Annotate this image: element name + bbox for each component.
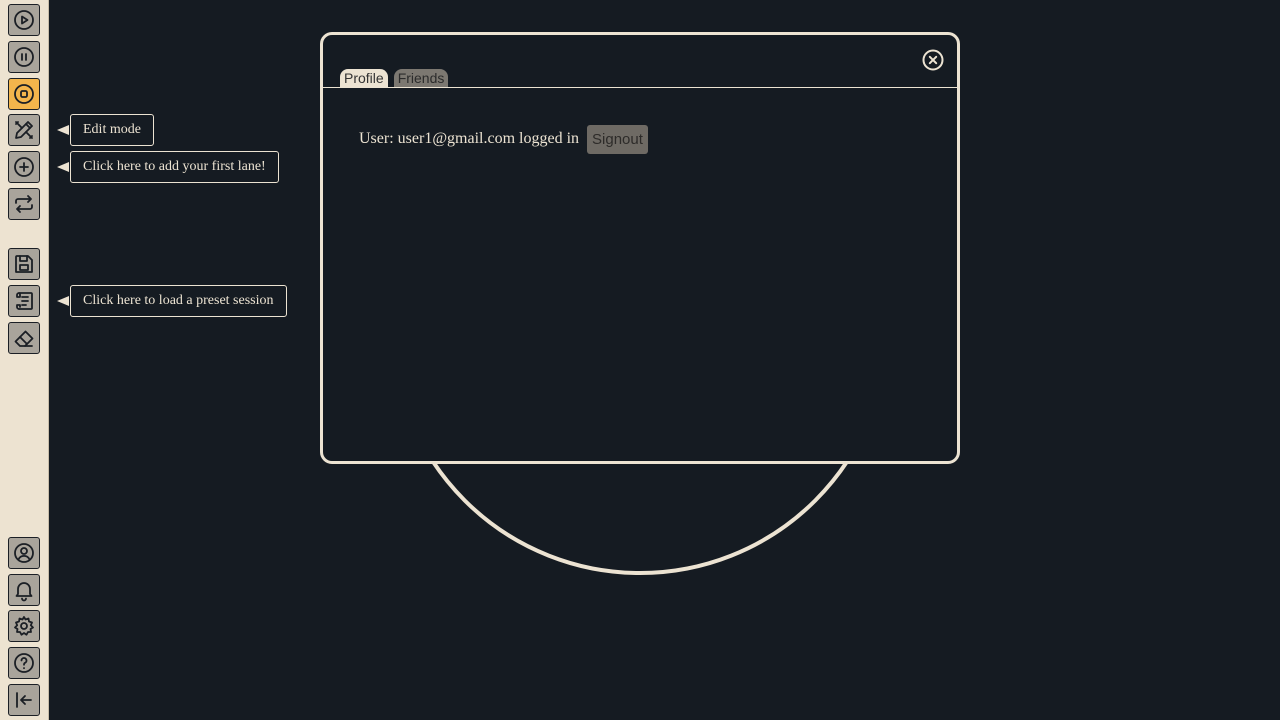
loop-button[interactable] — [8, 188, 40, 220]
tab-friends[interactable]: Friends — [393, 69, 449, 88]
tab-bar: Profile Friends — [340, 69, 957, 88]
save-icon — [15, 255, 33, 273]
add-lane-tooltip: Click here to add your first lane! — [57, 151, 279, 183]
signout-button[interactable]: Signout — [587, 124, 648, 154]
play-icon — [14, 10, 34, 30]
stop-button[interactable] — [8, 78, 40, 110]
play-button[interactable] — [8, 4, 40, 36]
bell-icon — [15, 582, 33, 602]
close-circle-icon — [922, 49, 944, 71]
settings-button[interactable] — [8, 610, 40, 642]
eraser-icon — [14, 330, 34, 347]
close-button[interactable] — [922, 49, 944, 71]
pause-button[interactable] — [8, 41, 40, 73]
help-icon — [14, 653, 34, 673]
loop-icon — [15, 195, 33, 213]
help-button[interactable] — [8, 647, 40, 679]
collapse-icon — [16, 692, 32, 708]
add-lane-icon — [14, 157, 34, 177]
tab-profile[interactable]: Profile — [340, 69, 388, 88]
sidebar — [0, 0, 49, 720]
add-lane-button[interactable] — [8, 151, 40, 183]
edit-mode-tooltip: Edit mode — [57, 114, 154, 146]
pause-icon — [14, 47, 34, 67]
eraser-button[interactable] — [8, 322, 40, 354]
login-status: logged in — [519, 130, 580, 147]
user-status-row: User: user1@gmail.com logged in Signout — [359, 124, 648, 154]
gear-icon — [14, 616, 34, 636]
save-button[interactable] — [8, 248, 40, 280]
collapse-sidebar-button[interactable] — [8, 684, 40, 716]
edit-mode-button[interactable] — [8, 114, 40, 146]
user-email: user1@gmail.com — [397, 130, 516, 147]
user-icon — [14, 543, 34, 563]
profile-button[interactable] — [8, 537, 40, 569]
profile-dialog: Profile Friends User: user1@gmail.com log… — [320, 32, 960, 464]
preset-session-button[interactable] — [8, 285, 40, 317]
preset-session-icon — [16, 292, 33, 310]
tab-divider — [323, 87, 957, 88]
stop-icon — [14, 84, 34, 104]
edit-mode-icon — [15, 121, 33, 139]
user-label: User: — [359, 130, 394, 147]
load-preset-tooltip: Click here to load a preset session — [57, 285, 287, 317]
notifications-button[interactable] — [8, 574, 40, 606]
